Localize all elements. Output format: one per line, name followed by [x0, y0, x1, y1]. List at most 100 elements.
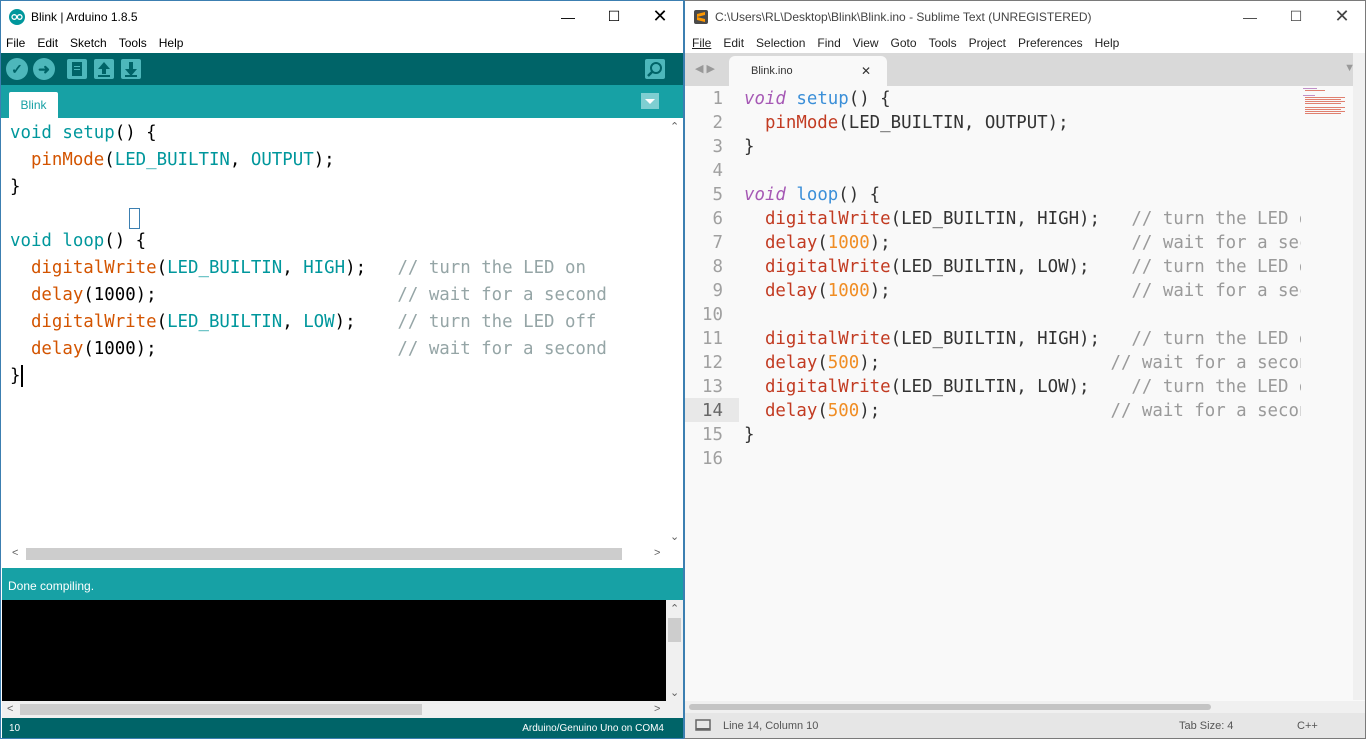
menu-file[interactable]: File — [687, 36, 718, 50]
code-token: ( — [817, 401, 828, 421]
open-button[interactable] — [93, 58, 115, 80]
arduino-code-editor[interactable]: void setup() { pinMode(LED_BUILTIN, OUTP… — [2, 118, 666, 546]
scroll-right-arrow-icon[interactable]: > — [654, 547, 660, 559]
verify-button[interactable]: ✓ — [6, 58, 28, 80]
menu-edit[interactable]: Edit — [32, 36, 65, 50]
sublime-vertical-scrollbar[interactable] — [1353, 53, 1365, 700]
code-line: digitalWrite(LED_BUILTIN, HIGH); // turn… — [744, 207, 1301, 231]
sublime-statusbar: Line 14, Column 10 Tab Size: 4 C++ — [685, 713, 1365, 738]
code-line: digitalWrite(LED_BUILTIN, HIGH); // turn… — [744, 327, 1301, 351]
console-vertical-scrollbar[interactable]: ⌃ ⌄ — [666, 600, 683, 701]
close-button[interactable]: ✕ — [637, 1, 683, 32]
code-token: // turn the LED on — [397, 258, 586, 278]
code-line: pinMode(LED_BUILTIN, OUTPUT); — [744, 111, 1069, 135]
code-token: delay — [30, 339, 84, 359]
close-tab-icon[interactable]: ✕ — [861, 64, 871, 78]
scroll-left-arrow-icon[interactable]: < — [12, 547, 18, 559]
output-console[interactable] — [2, 600, 666, 701]
console-scroll-thumb[interactable] — [668, 618, 681, 642]
maximize-button[interactable]: ☐ — [1273, 1, 1319, 32]
code-token: ); — [859, 353, 1111, 373]
menu-view[interactable]: View — [848, 36, 886, 50]
code-token: // turn the LED off — [1131, 257, 1301, 277]
close-button[interactable]: ✕ — [1319, 1, 1365, 32]
tab-menu-button[interactable] — [641, 93, 659, 109]
minimap[interactable] — [1301, 86, 1353, 700]
new-button[interactable] — [66, 58, 88, 80]
console-scroll-up-icon[interactable]: ⌃ — [670, 602, 679, 615]
tab-blink[interactable]: Blink — [9, 92, 58, 118]
horizontal-scroll-thumb[interactable] — [26, 548, 622, 560]
sublime-hscroll-thumb[interactable] — [689, 704, 1211, 710]
minimize-button[interactable]: — — [1227, 1, 1273, 32]
code-token: setup — [796, 89, 849, 109]
tab-blink-ino[interactable]: Blink.ino ✕ — [729, 56, 887, 86]
code-token: void — [10, 231, 52, 251]
code-line: pinMode(LED_BUILTIN, OUTPUT); — [10, 147, 335, 174]
code-token: // turn the LED on — [1131, 209, 1301, 229]
upload-button[interactable]: ➜ — [33, 58, 55, 80]
menu-find[interactable]: Find — [812, 36, 847, 50]
menu-tools[interactable]: Tools — [114, 36, 154, 50]
console-horizontal-scrollbar[interactable]: < > — [2, 701, 683, 718]
code-token: (LED_BUILTIN, OUTPUT); — [838, 113, 1069, 133]
code-token: (LED_BUILTIN, HIGH); — [890, 209, 1132, 229]
minimize-button[interactable]: — — [545, 1, 591, 32]
console-scroll-left-icon[interactable]: < — [7, 703, 13, 715]
code-line: delay(1000); // wait for a second — [10, 336, 607, 363]
maximize-button[interactable]: ☐ — [591, 1, 637, 32]
arduino-menubar: File Edit Sketch Tools Help — [1, 32, 683, 53]
save-button[interactable] — [120, 58, 142, 80]
code-line: } — [10, 363, 20, 390]
code-line: void setup() { — [744, 87, 891, 111]
menu-sketch[interactable]: Sketch — [65, 36, 114, 50]
editor-vertical-scrollbar[interactable]: ⌃ ⌄ — [667, 118, 683, 546]
code-token: pinMode — [30, 150, 105, 170]
sublime-code-editor[interactable]: void setup() { pinMode(LED_BUILTIN, OUTP… — [743, 86, 1301, 700]
code-token: OUTPUT — [250, 150, 314, 170]
console-hscroll-thumb[interactable] — [20, 704, 422, 715]
menu-selection[interactable]: Selection — [751, 36, 812, 50]
code-token: 500 — [827, 401, 860, 421]
console-scroll-down-icon[interactable]: ⌄ — [670, 686, 679, 699]
code-token: } — [10, 366, 21, 386]
tab-nav-arrows-icon[interactable]: ◀ ▶ — [695, 62, 715, 75]
sublime-horizontal-scrollbar[interactable] — [685, 701, 1365, 713]
line-number: 13 — [702, 377, 723, 397]
arduino-titlebar: Blink | Arduino 1.8.5 — ☐ ✕ — [1, 1, 683, 32]
code-line: delay(1000); // wait for a second — [10, 282, 607, 309]
console-scroll-right-icon[interactable]: > — [654, 703, 660, 715]
syntax-indicator[interactable]: C++ — [1297, 720, 1318, 732]
menu-goto[interactable]: Goto — [886, 36, 924, 50]
menu-help[interactable]: Help — [1090, 36, 1127, 50]
scroll-up-arrow-icon[interactable]: ⌃ — [670, 120, 679, 133]
new-icon — [67, 59, 87, 79]
console-toggle-icon[interactable] — [695, 719, 711, 732]
sublime-window: C:\Users\RL\Desktop\Blink\Blink.ino - Su… — [684, 0, 1366, 739]
menu-project[interactable]: Project — [964, 36, 1013, 50]
menu-edit[interactable]: Edit — [718, 36, 751, 50]
arduino-logo-icon — [9, 8, 25, 25]
scroll-down-arrow-icon[interactable]: ⌄ — [670, 530, 679, 543]
code-token: void — [10, 123, 52, 143]
tab-size-indicator[interactable]: Tab Size: 4 — [1179, 720, 1233, 732]
menu-help[interactable]: Help — [154, 36, 191, 50]
code-token: digitalWrite — [764, 377, 891, 397]
editor-horizontal-scrollbar[interactable]: < > — [2, 546, 683, 563]
code-token: // turn the LED off — [397, 312, 597, 332]
sublime-menubar: File Edit Selection Find View Goto Tools… — [685, 32, 1365, 53]
menu-file[interactable]: File — [1, 36, 32, 50]
menu-tools[interactable]: Tools — [924, 36, 964, 50]
code-token: } — [744, 137, 755, 157]
chevron-down-icon — [645, 99, 655, 104]
code-token: digitalWrite — [764, 329, 891, 349]
verify-icon: ✓ — [11, 60, 23, 77]
code-token: } — [10, 177, 21, 197]
serial-monitor-button[interactable] — [644, 58, 666, 80]
code-token: delay — [764, 233, 818, 253]
code-token: delay — [764, 353, 818, 373]
menu-preferences[interactable]: Preferences — [1013, 36, 1090, 50]
